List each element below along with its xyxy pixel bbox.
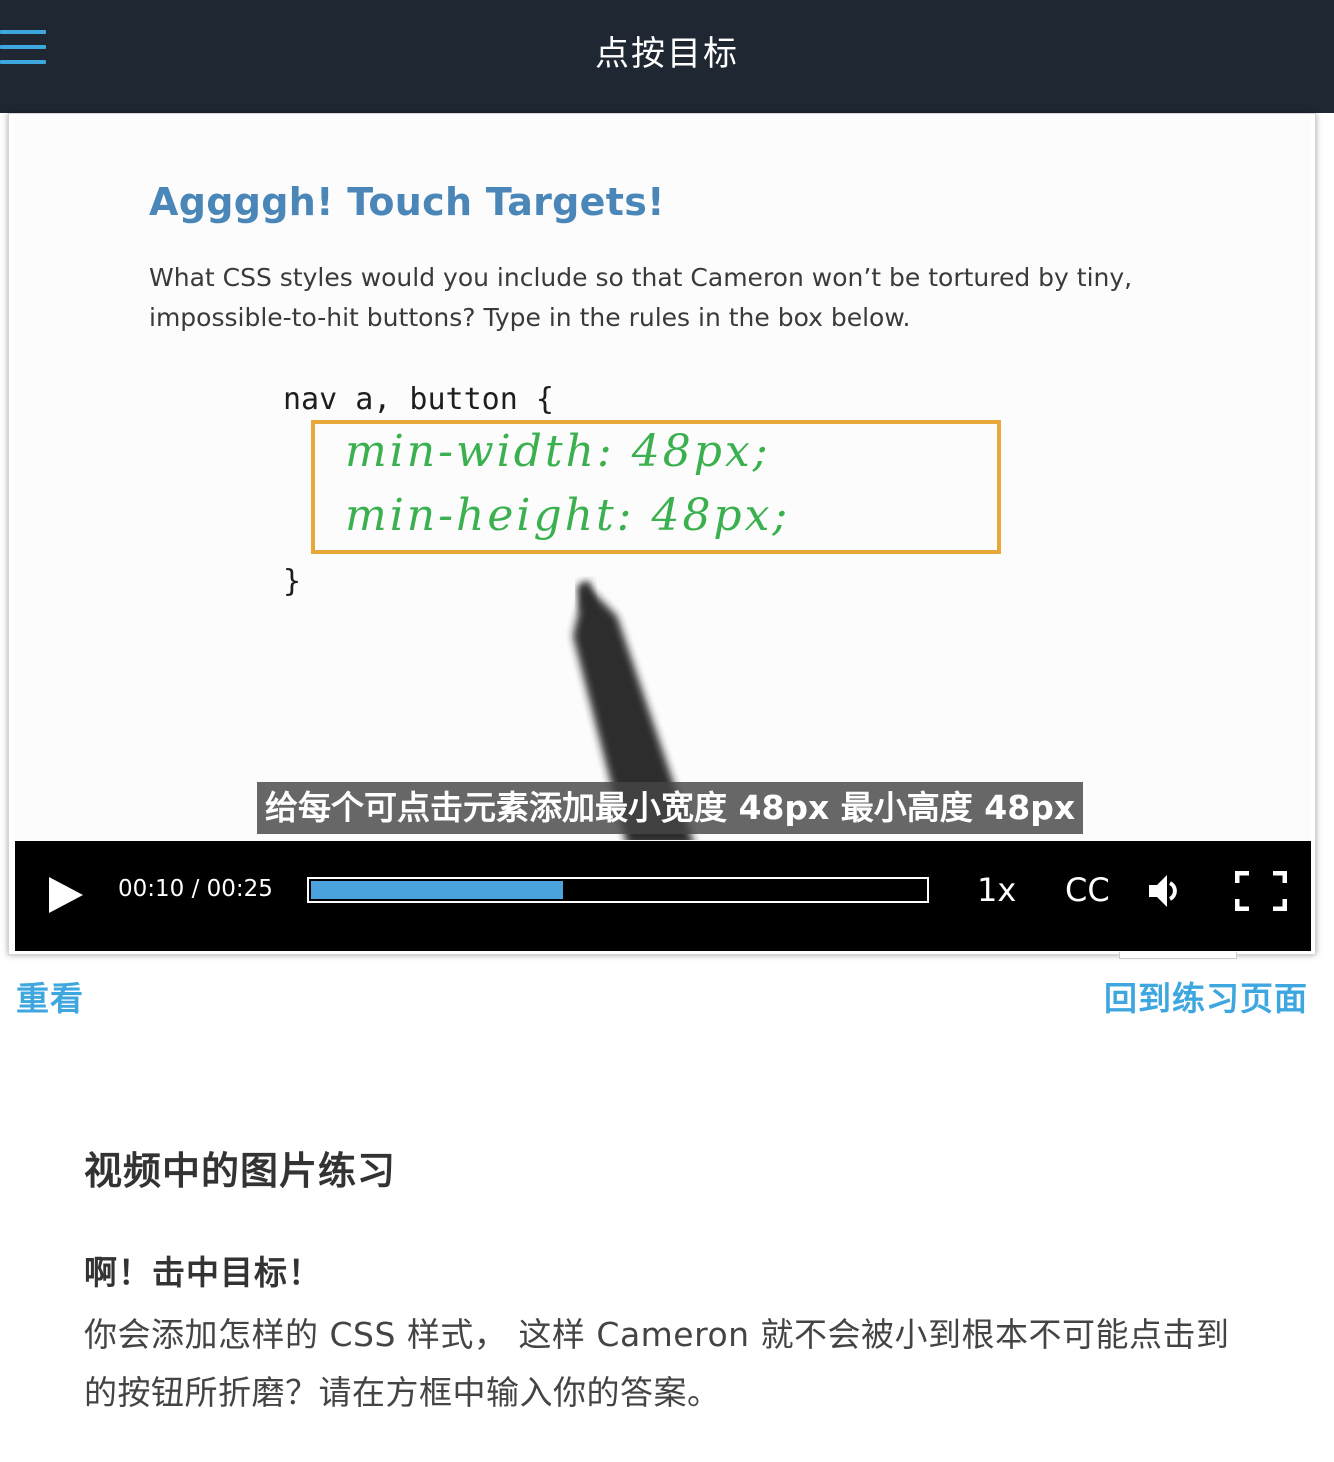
code-close-brace: }: [283, 564, 302, 599]
answer-box: min-width: 48px; min-height: 48px;: [311, 420, 1001, 554]
speed-button[interactable]: 1x: [977, 871, 1016, 909]
video-controls: 00:10 / 00:25 1x CC: [15, 841, 1311, 951]
video-player: Aggggh! Touch Targets! What CSS styles w…: [8, 113, 1316, 959]
progress-fill: [311, 881, 563, 899]
slide-question: What CSS styles would you include so tha…: [149, 263, 1133, 332]
handwritten-line-1: min-width: 48px;: [345, 426, 771, 477]
progress-bar[interactable]: [307, 877, 929, 903]
question-title: 啊！击中目标！: [84, 1253, 322, 1292]
video-canvas[interactable]: Aggggh! Touch Targets! What CSS styles w…: [15, 114, 1311, 840]
section-title: 视频中的图片练习: [84, 1149, 397, 1193]
time-display: 00:10 / 00:25: [118, 876, 273, 902]
fullscreen-icon[interactable]: [1234, 870, 1288, 912]
rewatch-link[interactable]: 重看: [16, 972, 84, 1020]
frame-tab: [1119, 952, 1237, 959]
captions-button[interactable]: CC: [1065, 871, 1110, 909]
top-bar: 点按目标: [0, 0, 1334, 113]
video-subtitle: 给每个可点击元素添加最小宽度 48px 最小高度 48px: [257, 782, 1084, 834]
slide-heading: Aggggh! Touch Targets!: [149, 180, 665, 224]
play-icon[interactable]: [47, 875, 87, 915]
question-body: 你会添加怎样的 CSS 样式， 这样 Cameron 就不会被小到根本不可能点击…: [84, 1315, 1230, 1412]
back-to-exercise-link[interactable]: 回到练习页面: [1104, 972, 1308, 1020]
page-title: 点按目标: [595, 34, 739, 74]
code-selector: nav a, button {: [283, 382, 554, 417]
volume-icon[interactable]: [1147, 871, 1187, 911]
handwritten-line-2: min-height: 48px;: [345, 490, 791, 541]
